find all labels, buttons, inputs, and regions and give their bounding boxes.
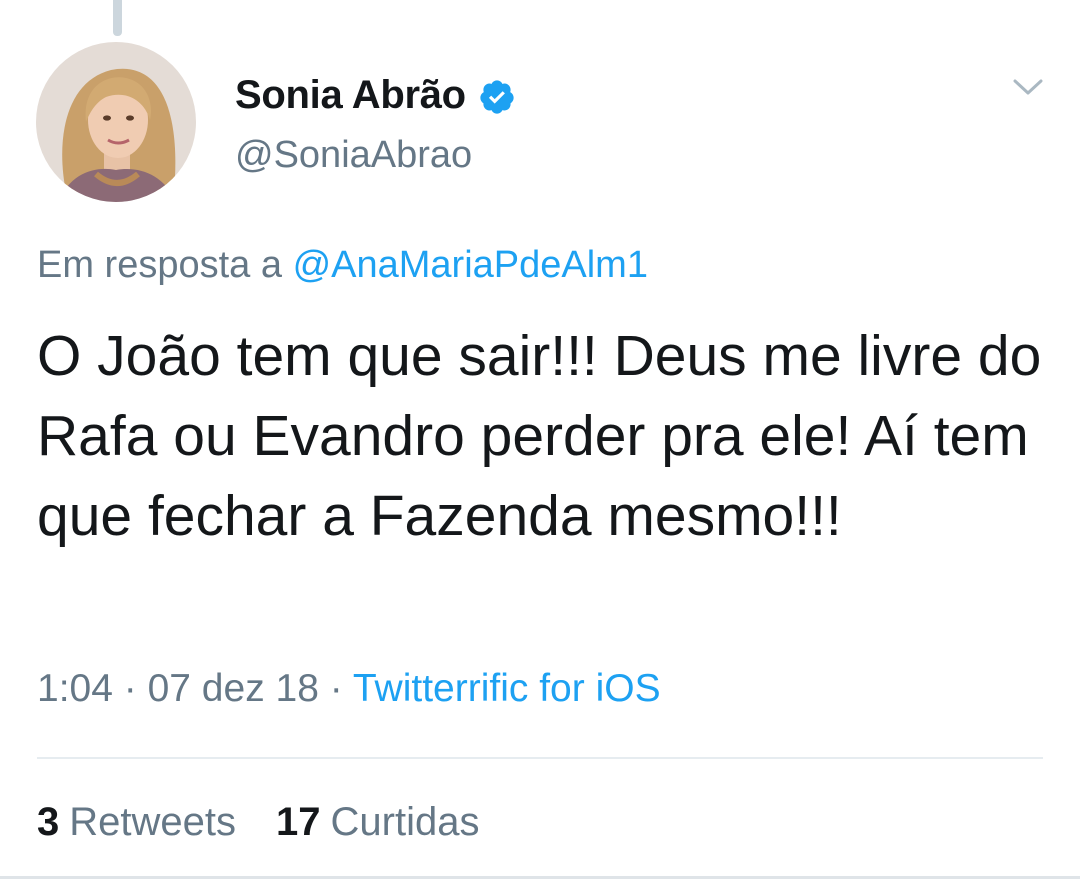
tweet-meta: 1:04 · 07 dez 18 · Twitterrific for iOS: [37, 667, 661, 711]
avatar[interactable]: [36, 42, 196, 202]
likes-label: Curtidas: [330, 800, 480, 844]
author-display-name[interactable]: Sonia Abrão: [235, 73, 466, 118]
author-handle[interactable]: @SoniaAbrao: [235, 134, 472, 177]
meta-separator: ·: [123, 667, 137, 710]
retweets-count: 3: [37, 800, 60, 844]
verified-badge-icon: [478, 78, 516, 116]
tweet-menu-button[interactable]: [1008, 70, 1048, 104]
tweet-text: O João tem que sair!!! Deus me livre do …: [37, 324, 1042, 548]
thread-connector-line: [113, 0, 122, 36]
reply-context: Em resposta a @AnaMariaPdeAlm1: [37, 244, 648, 287]
author-name-row[interactable]: Sonia Abrão: [235, 70, 516, 120]
retweets-stat[interactable]: 3 Retweets: [37, 800, 236, 845]
chevron-down-icon: [1013, 79, 1043, 95]
tweet-time: 1:04: [37, 667, 113, 710]
meta-separator: ·: [329, 667, 343, 710]
tweet-detail: Sonia Abrão @SoniaAbrao Em resposta a @A…: [0, 0, 1080, 879]
tweet-stats: 3 Retweets 17 Curtidas: [37, 800, 479, 845]
tweet-date: 07 dez 18: [147, 667, 319, 710]
retweets-label: Retweets: [69, 800, 236, 844]
reply-mention-link[interactable]: @AnaMariaPdeAlm1: [293, 244, 648, 286]
reply-prefix: Em resposta a: [37, 244, 282, 286]
divider: [37, 757, 1043, 759]
tweet-source-link[interactable]: Twitterrific for iOS: [353, 667, 661, 710]
likes-count: 17: [276, 800, 321, 844]
likes-stat[interactable]: 17 Curtidas: [276, 800, 479, 845]
